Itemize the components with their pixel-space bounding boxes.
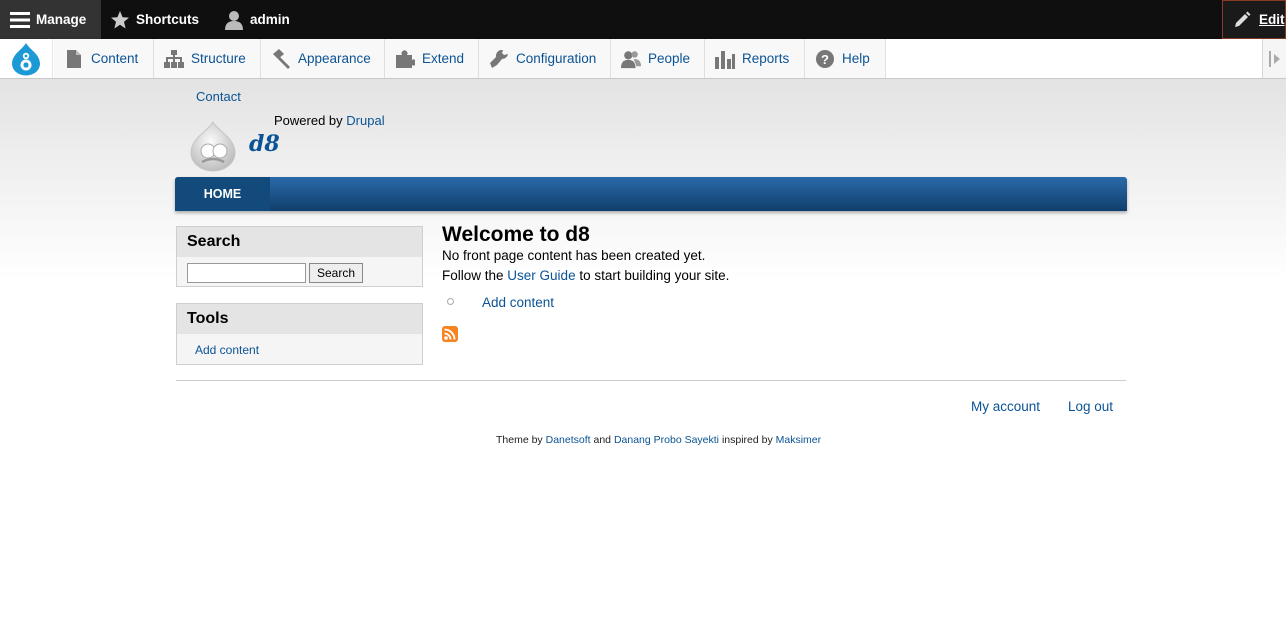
sitemap-icon (164, 49, 184, 69)
admin-tray: Content Structure Appearance Extend Conf… (0, 39, 1286, 79)
search-button[interactable]: Search (309, 263, 364, 283)
log-out-link[interactable]: Log out (1068, 399, 1113, 414)
site-logo[interactable] (188, 120, 238, 172)
svg-text:?: ? (821, 52, 829, 67)
tools-block-title: Tools (177, 304, 422, 334)
tray-item-label: Appearance (298, 51, 371, 66)
search-form: Search (177, 257, 422, 289)
star-icon (110, 10, 130, 30)
orientation-icon (1268, 50, 1281, 67)
powered-by: Powered by Drupal (274, 113, 385, 128)
tools-block: Tools Add content (176, 303, 423, 365)
user-guide-link[interactable]: User Guide (507, 268, 575, 283)
menu-icon (10, 10, 30, 30)
no-content-message: No front page content has been created y… (442, 248, 706, 263)
edit-label: Edit (1259, 12, 1285, 27)
search-input[interactable] (187, 263, 306, 283)
tray-item-label: Reports (742, 51, 790, 66)
tray-item-label: Configuration (516, 51, 597, 66)
tray-item-extend[interactable]: Extend (385, 39, 479, 78)
file-icon (64, 49, 84, 69)
contact-link[interactable]: Contact (196, 89, 241, 104)
bar-chart-icon (715, 49, 735, 69)
manage-button[interactable]: Manage (0, 0, 101, 39)
theme-credits: Theme by Danetsoft and Danang Probo Saye… (496, 434, 821, 446)
search-block: Search Search (176, 226, 423, 287)
rss-feed-icon[interactable] (442, 326, 458, 342)
footer-divider (176, 380, 1126, 381)
manage-label: Manage (36, 12, 87, 27)
pencil-icon (1233, 11, 1251, 29)
paintbrush-icon (271, 48, 291, 69)
powered-prefix: Powered by (274, 113, 343, 128)
tray-item-reports[interactable]: Reports (705, 39, 805, 78)
tray-item-label: People (648, 51, 691, 66)
tray-item-label: Extend (422, 51, 465, 66)
add-content-link[interactable]: Add content (482, 295, 554, 310)
tray-item-people[interactable]: People (611, 39, 705, 78)
tray-item-help[interactable]: ? Help (805, 39, 886, 78)
puzzle-icon (395, 49, 415, 69)
page-title: Welcome to d8 (442, 223, 590, 246)
list-bullet (447, 298, 454, 305)
maksimer-link[interactable]: Maksimer (776, 434, 822, 446)
tray-item-content[interactable]: Content (54, 39, 154, 78)
user-guide-message: Follow the User Guide to start building … (442, 268, 729, 283)
shortcuts-button[interactable]: Shortcuts (110, 0, 199, 39)
nav-home[interactable]: HOME (175, 177, 270, 211)
user-guide-suffix: to start building your site. (579, 268, 730, 283)
danang-link[interactable]: Danang Probo Sayekti (614, 434, 719, 446)
user-label: admin (250, 12, 290, 27)
help-icon: ? (815, 49, 835, 69)
tools-add-content-link[interactable]: Add content (177, 334, 422, 357)
drupal-logo[interactable] (0, 39, 53, 78)
wrench-icon (489, 49, 509, 69)
edit-button[interactable]: Edit (1222, 0, 1286, 39)
danetsoft-link[interactable]: Danetsoft (546, 434, 591, 446)
tray-item-label: Structure (191, 51, 246, 66)
admin-toolbar: Manage Shortcuts admin Edit (0, 0, 1286, 39)
tray-item-label: Content (91, 51, 139, 66)
credit-prefix: Theme by (496, 434, 543, 446)
tray-item-appearance[interactable]: Appearance (261, 39, 385, 78)
tray-item-label: Help (842, 51, 870, 66)
search-block-title: Search (177, 227, 422, 257)
user-icon (224, 10, 244, 30)
site-name[interactable]: d8 (249, 131, 280, 157)
user-button[interactable]: admin (224, 0, 290, 39)
drupal-link[interactable]: Drupal (346, 113, 384, 128)
my-account-link[interactable]: My account (971, 399, 1040, 414)
credit-inspired: inspired by (721, 434, 773, 446)
credit-and: and (593, 434, 612, 446)
shortcuts-label: Shortcuts (136, 12, 200, 27)
tray-item-configuration[interactable]: Configuration (479, 39, 611, 78)
drupal-drop-icon (10, 42, 42, 76)
tray-orientation-toggle[interactable] (1262, 39, 1286, 78)
tray-item-structure[interactable]: Structure (154, 39, 261, 78)
user-guide-prefix: Follow the (442, 268, 504, 283)
people-icon (621, 49, 641, 69)
main-navigation: HOME (175, 177, 1127, 211)
